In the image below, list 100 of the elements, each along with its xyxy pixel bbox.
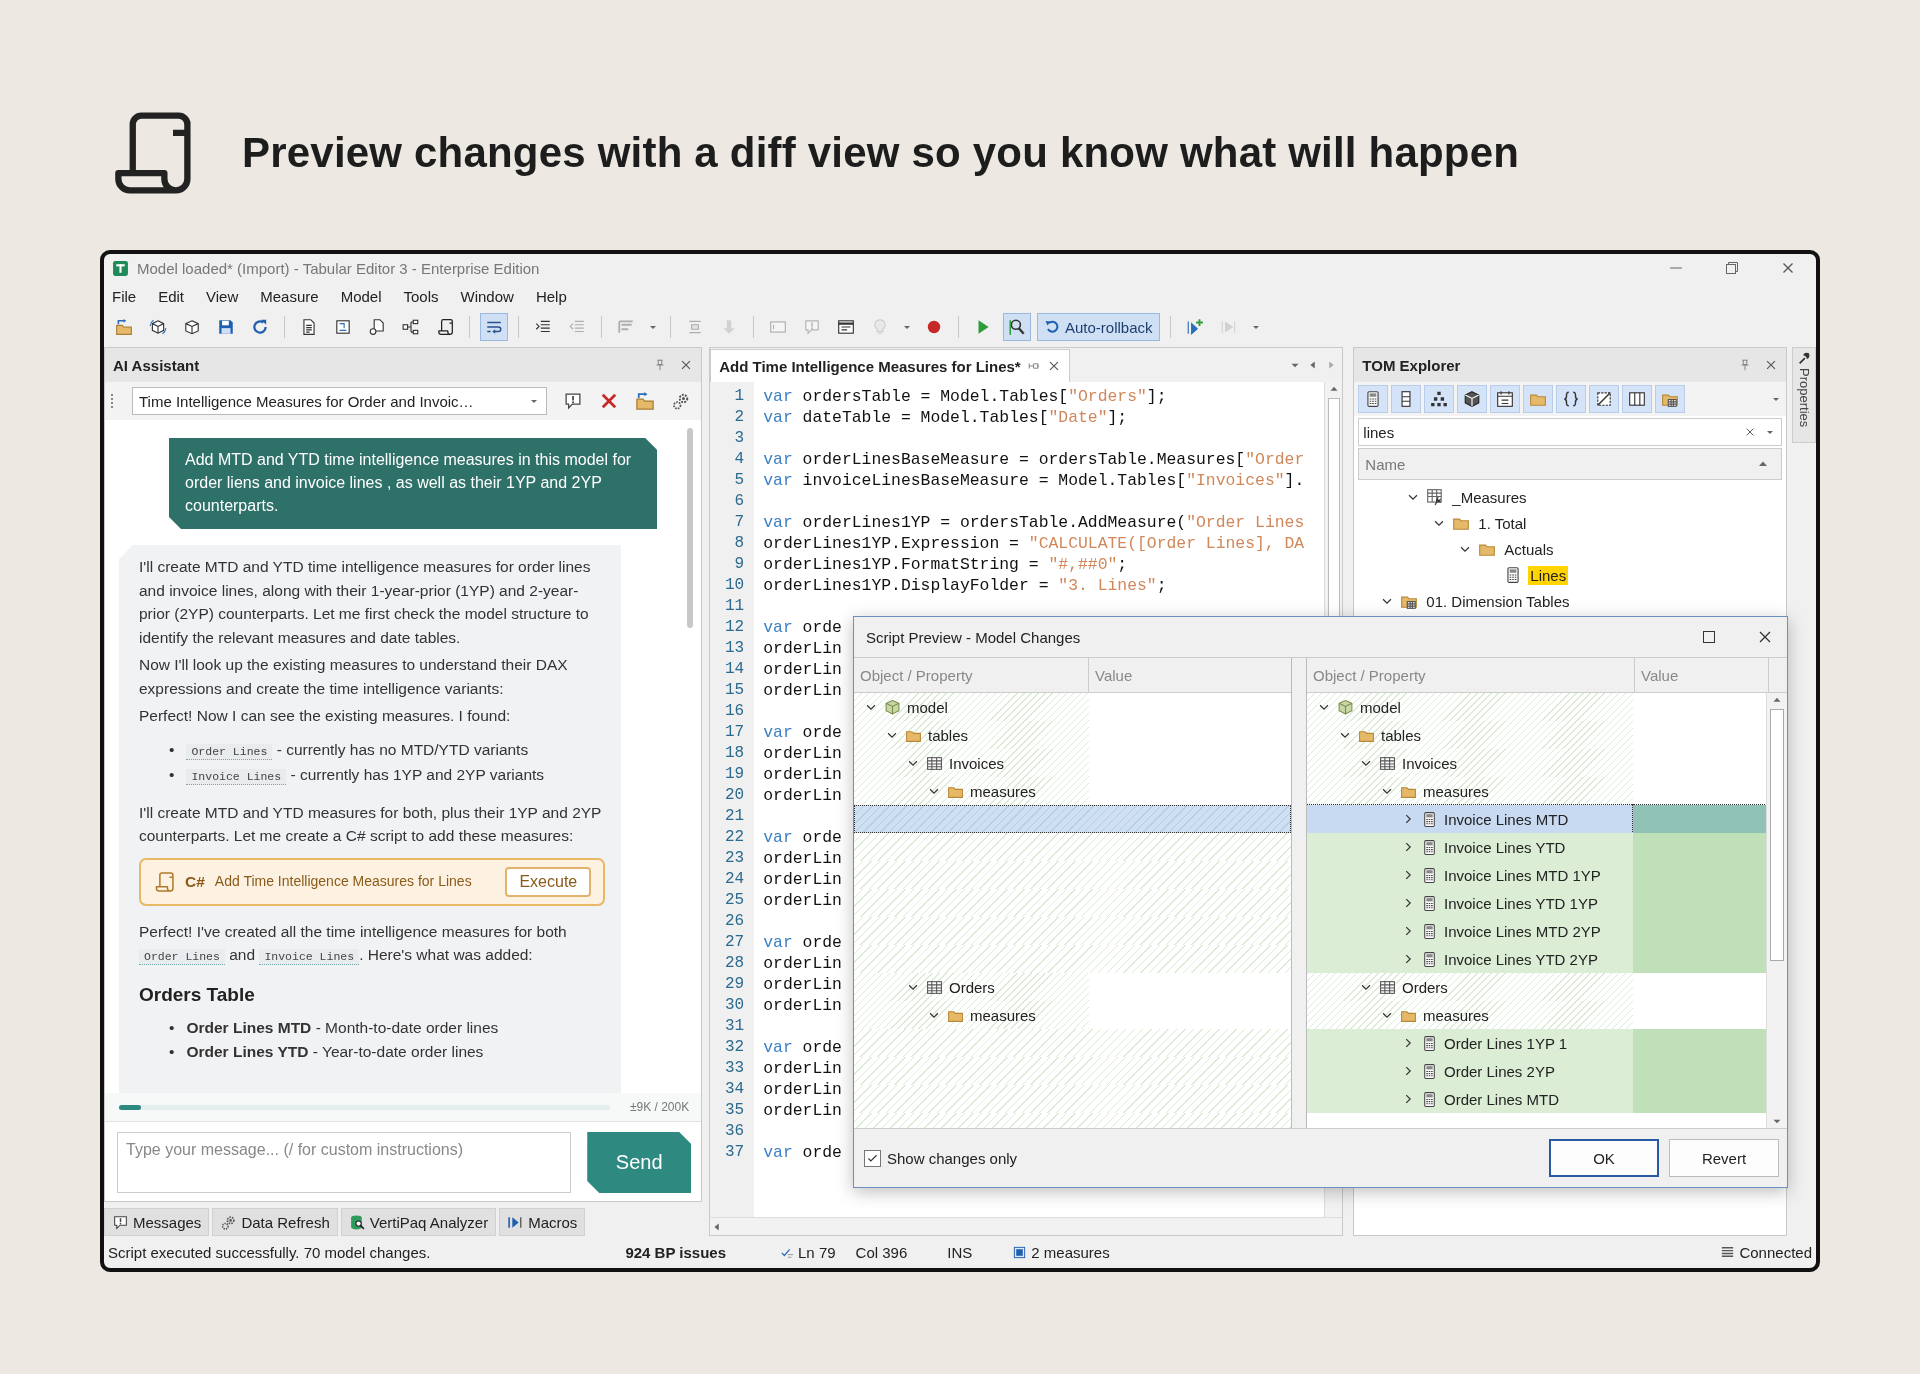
node-label[interactable]: Invoices	[1402, 754, 1458, 772]
tree-item[interactable]: _Measures	[1450, 487, 1529, 507]
auto-rollback-button[interactable]: Auto-rollback	[1037, 313, 1160, 341]
panel-tab[interactable]: Macros	[499, 1208, 586, 1236]
step-icon	[1219, 318, 1238, 336]
tree-row[interactable]: Invoices	[1307, 749, 1633, 777]
tree-row[interactable]: Invoice Lines YTD 1YP	[1307, 889, 1633, 917]
node-label[interactable]: Orders	[949, 978, 995, 996]
panel-tab[interactable]: Messages	[104, 1208, 210, 1236]
checkbox-label[interactable]: Show changes only	[887, 1149, 1018, 1167]
filter-toggle[interactable]	[1358, 385, 1389, 413]
tree-row[interactable]: Order Lines MTD	[1307, 1085, 1633, 1113]
node-label[interactable]: measures	[970, 782, 1036, 800]
restore-icon[interactable]	[1724, 260, 1740, 276]
node-label[interactable]: Order Lines 2YP	[1444, 1062, 1555, 1080]
feedback-icon[interactable]	[563, 391, 584, 411]
menu-item[interactable]: Tools	[403, 287, 439, 305]
tree-item[interactable]: 1. Total	[1476, 513, 1529, 533]
tree-item[interactable]: Lines	[1528, 565, 1569, 585]
tree-row[interactable]: measures	[1307, 777, 1633, 805]
tree-item[interactable]: Actuals	[1502, 539, 1556, 559]
tree-row[interactable]: Orders	[854, 973, 1089, 1001]
execute-button[interactable]: Execute	[505, 866, 592, 897]
conversation-dropdown[interactable]: Time Intelligence Measures for Order and Invoic…	[132, 387, 548, 415]
tree-row[interactable]: model	[854, 693, 1089, 721]
tree-row[interactable]: Invoice Lines MTD	[1307, 805, 1633, 833]
checkbox[interactable]	[864, 1149, 881, 1167]
node-label[interactable]: Invoice Lines MTD	[1444, 810, 1569, 828]
node-label[interactable]: Orders	[1402, 978, 1448, 996]
filter-toggle[interactable]	[1655, 385, 1686, 413]
editor-tab[interactable]: Add Time Intelligence Measures for Lines*	[710, 349, 1070, 382]
filter-toggle[interactable]	[1556, 385, 1587, 413]
menu-item[interactable]: Edit	[158, 287, 185, 305]
tree-item[interactable]: 01. Dimension Tables	[1424, 591, 1572, 611]
tree-row[interactable]: Order Lines 2YP	[1307, 1057, 1633, 1085]
filter-toggle[interactable]	[1490, 385, 1521, 413]
menu-item[interactable]: File	[112, 287, 137, 305]
menu-item[interactable]: Help	[535, 287, 567, 305]
tree-row[interactable]: Invoice Lines YTD	[1307, 833, 1633, 861]
code-line: var dateTable = Model.Tables["Date"];	[763, 407, 1128, 428]
menu-item[interactable]: View	[206, 287, 239, 305]
scrollbar-thumb[interactable]	[1770, 709, 1784, 961]
node-label[interactable]: Order Lines 1YP 1	[1444, 1034, 1568, 1052]
grip-handle[interactable]	[111, 394, 116, 408]
properties-tab[interactable]: Properties	[1792, 347, 1816, 443]
close-icon[interactable]	[1757, 629, 1773, 645]
node-label[interactable]: Order Lines MTD	[1444, 1090, 1560, 1108]
node-label[interactable]: Invoice Lines MTD 1YP	[1444, 866, 1601, 884]
node-label[interactable]: measures	[1423, 782, 1489, 800]
menu-item[interactable]: Measure	[260, 287, 319, 305]
node-label[interactable]: measures	[1423, 1006, 1489, 1024]
issues-count[interactable]: 924 BP issues	[625, 1243, 727, 1261]
tree-row[interactable]: Invoice Lines MTD 1YP	[1307, 861, 1633, 889]
toolbar-button[interactable]	[480, 313, 508, 341]
node-label[interactable]: Invoice Lines MTD 2YP	[1444, 922, 1601, 940]
tree-row[interactable]: measures	[854, 777, 1089, 805]
node-label[interactable]: model	[907, 698, 948, 716]
filter-toggle[interactable]	[1622, 385, 1653, 413]
tree-row[interactable]: tables	[1307, 721, 1633, 749]
tree-row[interactable]: Invoice Lines YTD 2YP	[1307, 945, 1633, 973]
filter-toggle[interactable]	[1523, 385, 1554, 413]
node-label[interactable]: Invoice Lines YTD 1YP	[1444, 894, 1598, 912]
folder-arrow-icon[interactable]	[635, 391, 656, 411]
dialog-title: Script Preview - Model Changes	[866, 628, 1082, 646]
script-title: Add Time Intelligence Measures for Lines	[214, 871, 473, 891]
tree-row[interactable]: Invoice Lines MTD 2YP	[1307, 917, 1633, 945]
tree-row[interactable]: tables	[854, 721, 1089, 749]
node-label[interactable]: Invoice Lines YTD	[1444, 838, 1566, 856]
node-label[interactable]: Invoices	[949, 754, 1005, 772]
message-paragraph: I'll create MTD and YTD measures for both, plus their 1YP and 2YP counterparts. Let me create a C# script to add these measures:	[139, 802, 603, 846]
code-line: orderLines1YP.DisplayFolder = "3. Lines";	[763, 575, 1167, 596]
dialog-button[interactable]: OK	[1549, 1139, 1659, 1177]
maximize-icon[interactable]	[1701, 629, 1717, 645]
tree-row[interactable]: Order Lines 1YP 1	[1307, 1029, 1633, 1057]
node-label[interactable]: tables	[928, 726, 969, 744]
send-button[interactable]: Send	[587, 1132, 692, 1193]
toolbar-button[interactable]	[1003, 313, 1031, 341]
message-input[interactable]: Type your message... (/ for custom instructions)	[117, 1132, 572, 1193]
node-label[interactable]: tables	[1381, 726, 1422, 744]
filter-toggle[interactable]	[1391, 385, 1422, 413]
panel-tab[interactable]: VertiPaq Analyzer	[340, 1208, 497, 1236]
menu-item[interactable]: Model	[340, 287, 382, 305]
tree-row[interactable]: Invoices	[854, 749, 1089, 777]
filter-toggle[interactable]	[1589, 385, 1620, 413]
search-field[interactable]: lines	[1358, 418, 1783, 446]
tree-row[interactable]: model	[1307, 693, 1633, 721]
panel-tab[interactable]: Data Refresh	[212, 1208, 338, 1236]
tree-row[interactable]: measures	[1307, 1001, 1633, 1029]
tree-row[interactable]: Orders	[1307, 973, 1633, 1001]
scrollbar[interactable]	[687, 428, 694, 628]
line-number: 18	[724, 743, 746, 764]
line-number: 17	[724, 722, 746, 743]
filter-toggle[interactable]	[1457, 385, 1488, 413]
node-label[interactable]: Invoice Lines YTD 2YP	[1444, 950, 1598, 968]
dialog-button[interactable]: Revert	[1669, 1139, 1779, 1177]
node-label[interactable]: measures	[970, 1006, 1036, 1024]
node-label[interactable]: model	[1360, 698, 1401, 716]
filter-toggle[interactable]	[1424, 385, 1455, 413]
tree-row[interactable]: measures	[854, 1001, 1089, 1029]
menu-item[interactable]: Window	[460, 287, 514, 305]
